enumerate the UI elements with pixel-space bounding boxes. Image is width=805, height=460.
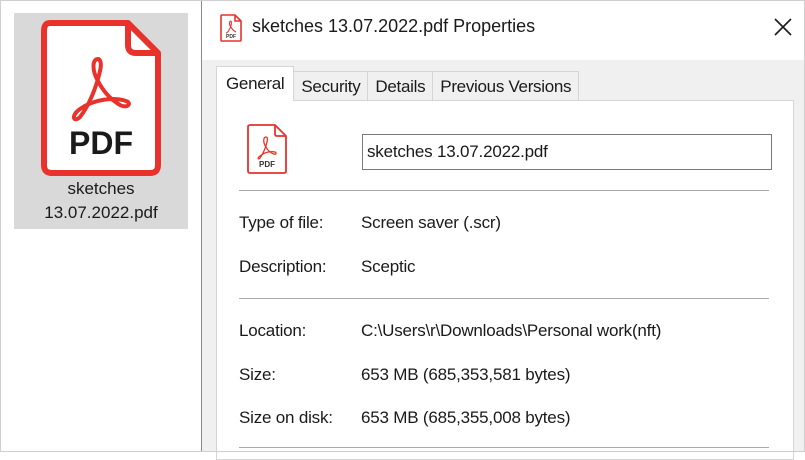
tab-previous-versions[interactable]: Previous Versions xyxy=(432,71,580,101)
desktop-file-item[interactable]: PDF sketches 13.07.2022.pdf xyxy=(14,13,188,229)
separator xyxy=(239,447,769,448)
properties-dialog: PDF sketches 13.07.2022.pdf Properties G… xyxy=(201,0,805,460)
description-label: Description: xyxy=(239,257,327,276)
tab-general[interactable]: General xyxy=(216,66,295,101)
location-value: C:\Users\r\Downloads\Personal work(nft) xyxy=(361,321,662,340)
file-label-line1: sketches xyxy=(67,179,135,198)
tab-bar: General Security Details Previous Versio… xyxy=(216,66,580,101)
svg-text:PDF: PDF xyxy=(259,160,275,169)
file-label-line2: 13.07.2022.pdf xyxy=(44,203,158,222)
dialog-titlebar[interactable]: PDF sketches 13.07.2022.pdf Properties xyxy=(202,0,805,60)
type-of-file-label: Type of file: xyxy=(239,213,324,232)
pdf-file-small-icon: PDF xyxy=(220,14,242,42)
location-label: Location: xyxy=(239,321,307,340)
tab-security[interactable]: Security xyxy=(293,71,369,101)
pdf-file-icon: PDF xyxy=(41,20,161,176)
close-button[interactable] xyxy=(760,0,805,54)
separator xyxy=(239,190,769,191)
size-value: 653 MB (685,353,581 bytes) xyxy=(361,365,571,384)
file-icon-label: sketches 13.07.2022.pdf xyxy=(14,177,188,225)
description-value: Sceptic xyxy=(361,257,416,276)
close-icon xyxy=(774,18,792,36)
pdf-badge-text: PDF xyxy=(69,125,133,161)
pdf-file-icon: PDF xyxy=(247,124,287,174)
size-on-disk-value: 653 MB (685,355,008 bytes) xyxy=(361,408,571,427)
size-on-disk-label: Size on disk: xyxy=(239,408,333,427)
file-name-input[interactable] xyxy=(362,134,772,170)
dialog-title: sketches 13.07.2022.pdf Properties xyxy=(252,16,536,36)
general-tab-panel: PDF Type of file: Screen saver (.scr) De… xyxy=(216,100,794,460)
svg-text:PDF: PDF xyxy=(226,34,236,40)
size-label: Size: xyxy=(239,365,276,384)
tab-details[interactable]: Details xyxy=(367,71,434,101)
separator xyxy=(239,298,769,299)
type-of-file-value: Screen saver (.scr) xyxy=(361,213,501,232)
